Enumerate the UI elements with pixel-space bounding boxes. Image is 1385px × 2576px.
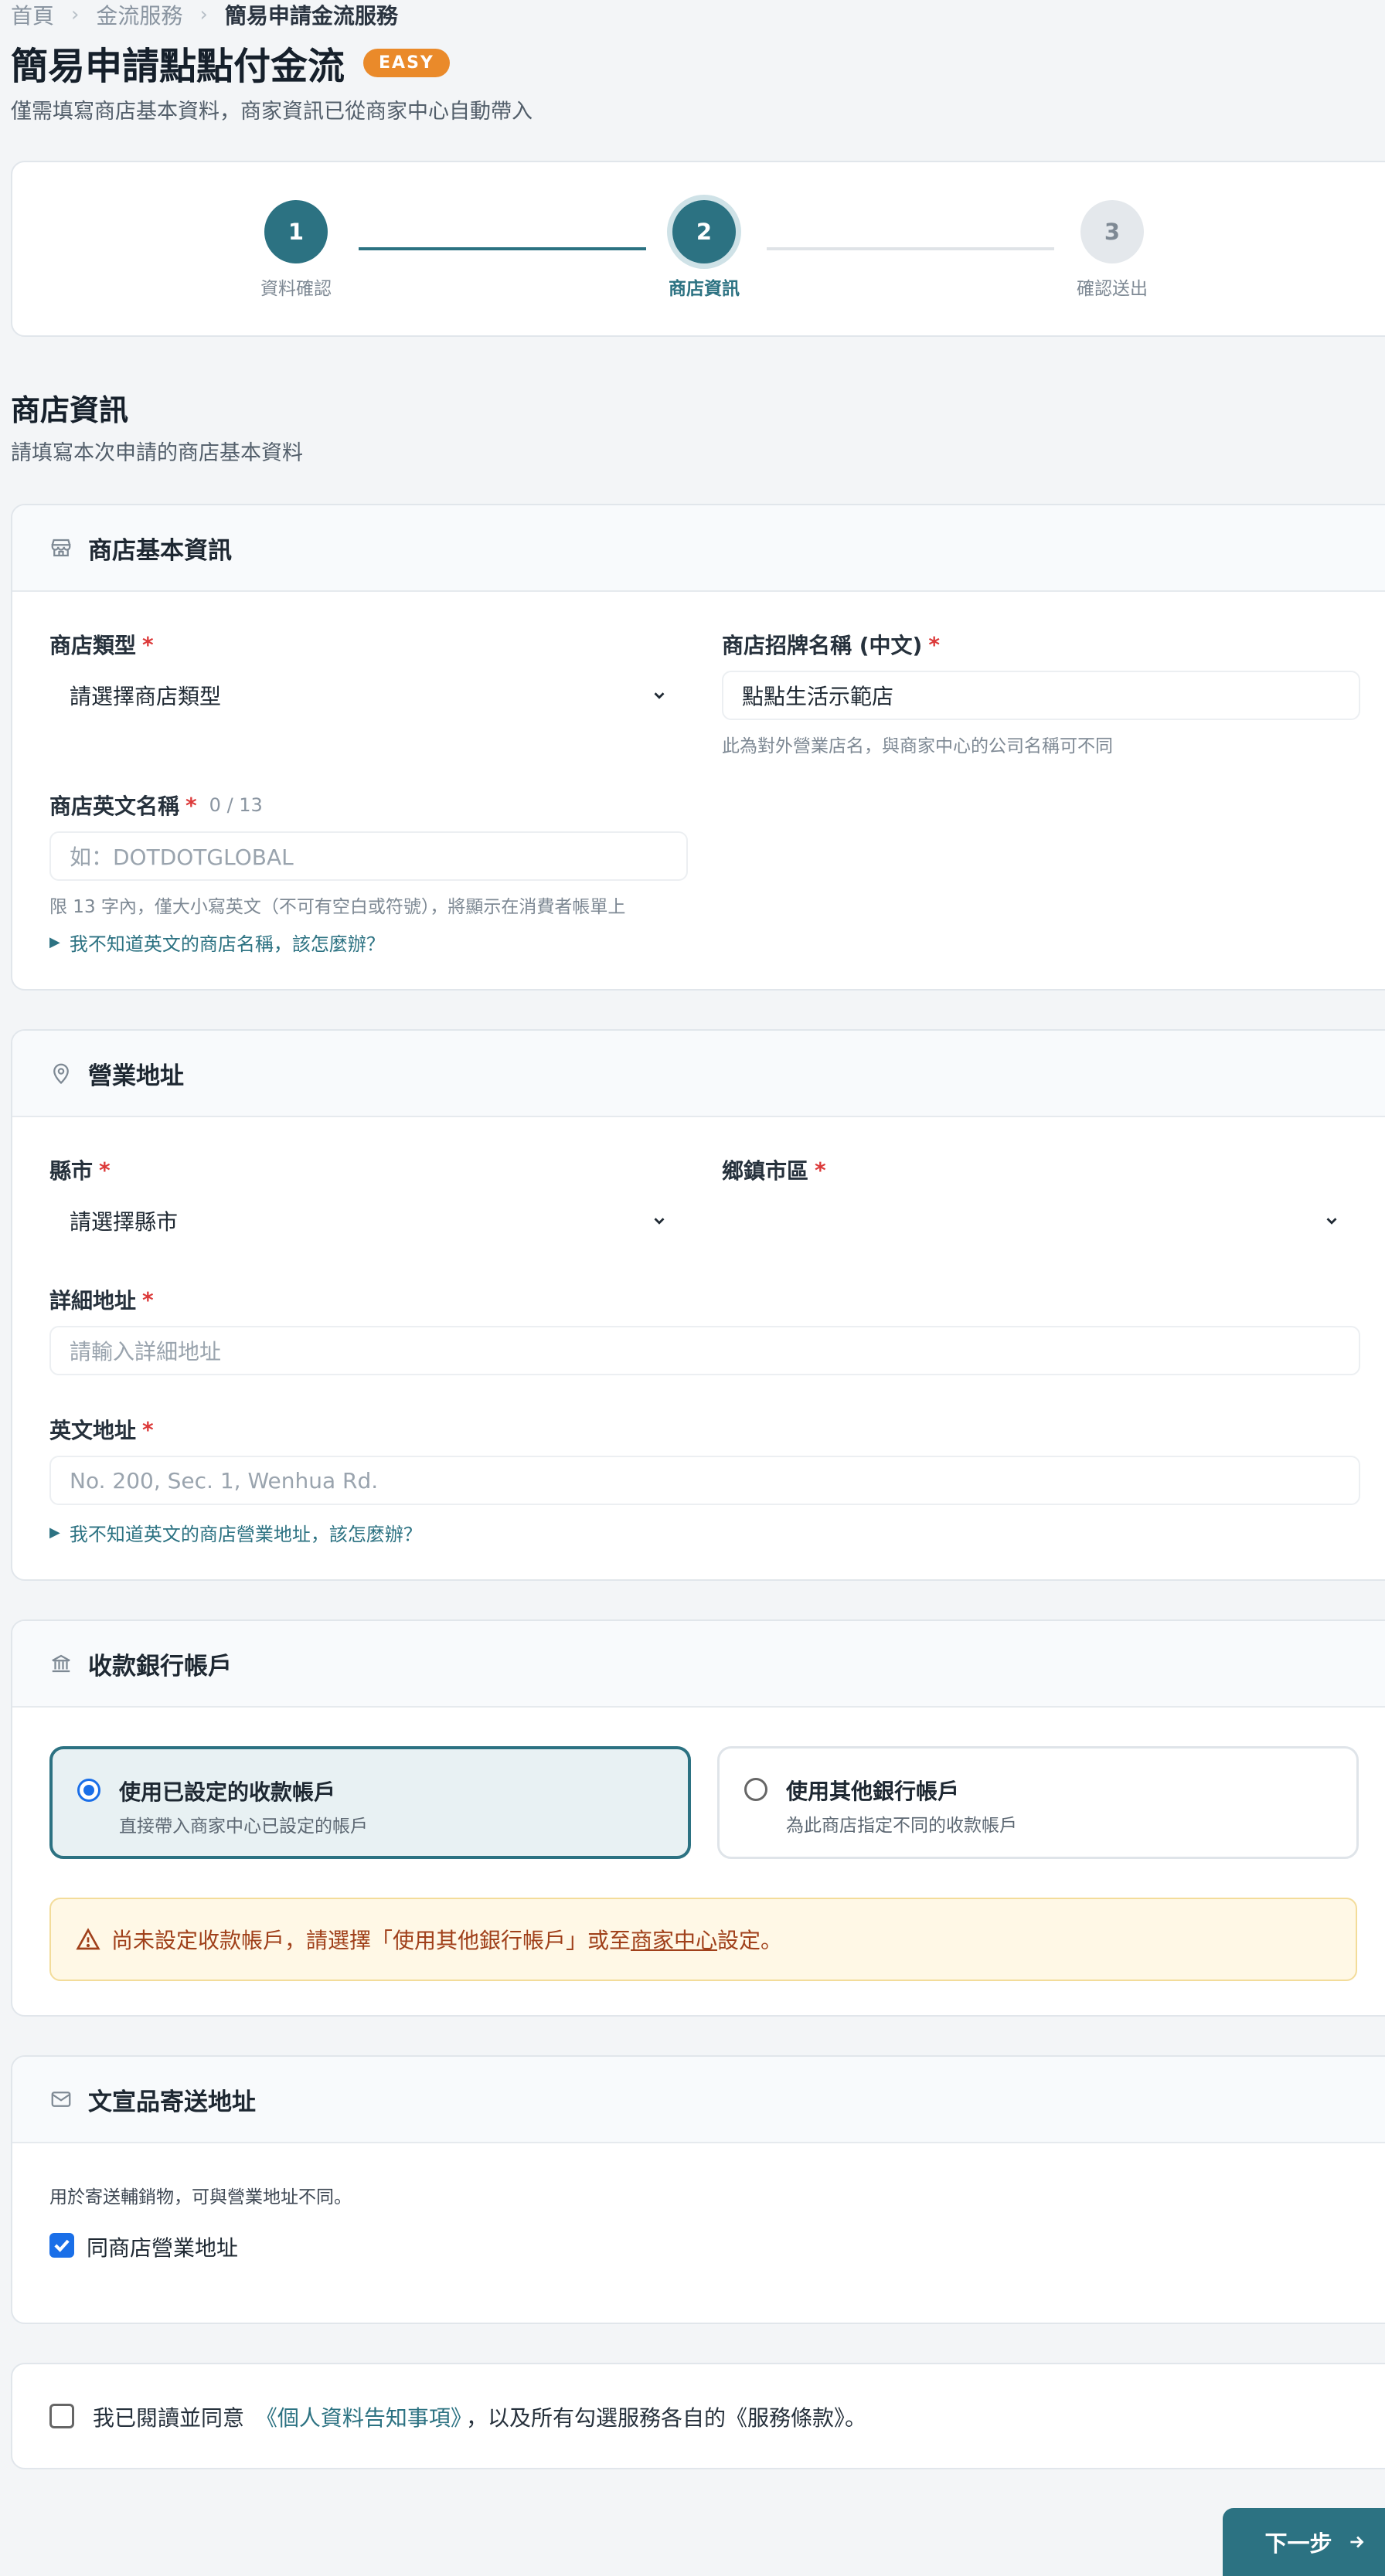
check-icon [54,2239,70,2252]
radio-existing-account[interactable]: 使用已設定的收款帳戶 直接帶入商家中心已設定的帳戶 [49,1746,691,1859]
step-connector-todo [767,247,1054,250]
agreement-card: 我已閱讀並同意 《個人資料告知事項》 ，以及所有勾選服務各自的《服務條款》。 [11,2363,1385,2469]
detail-address-input[interactable]: 請輸入詳細地址 [49,1326,1360,1375]
brand-name-label: 商店招牌名稱 (中文) * [722,631,940,659]
store-type-select[interactable]: 請選擇商店類型 [49,671,688,720]
detail-address-label: 詳細地址 * [49,1286,154,1314]
radio-other-title: 使用其他銀行帳戶 [786,1779,960,1804]
chevron-right-icon: › [199,3,208,26]
agreement-text: 我已閱讀並同意 《個人資料告知事項》 ，以及所有勾選服務各自的《服務條款》。 [93,2405,866,2431]
store-basic-title: 商店基本資訊 [88,536,232,565]
chevron-down-icon [654,692,665,699]
section-title: 商店資訊 [11,393,129,427]
breadcrumb-home[interactable]: 首頁 [11,0,54,30]
step-2-label: 商店資訊 [669,279,740,299]
warning-text: 尚未設定收款帳戶，請選擇「使用其他銀行帳戶」或至 [111,1928,631,1953]
page-subtitle: 僅需填寫商店基本資料，商家資訊已從商家中心自動帶入 [11,100,533,124]
district-select[interactable] [722,1196,1360,1246]
district-label: 鄉鎮市區 * [722,1157,826,1184]
english-name-label: 商店英文名稱 * 0 / 13 [49,792,263,820]
english-name-hint: 限 13 字內，僅大小寫英文（不可有空白或符號），將顯示在消費者帳單上 [49,897,626,917]
bank-warning: 尚未設定收款帳戶，請選擇「使用其他銀行帳戶」或至 商家中心 設定。 [49,1898,1357,1981]
stepper-card: 1 資料確認 2 商店資訊 3 確認送出 [11,161,1385,337]
agreement-checkbox[interactable] [49,2404,74,2428]
radio-other-desc: 為此商店指定不同的收款帳戶 [786,1816,1017,1836]
mailing-card: 文宣品寄送地址 用於寄送輔銷物，可與營業地址不同。 同商店營業地址 [11,2055,1385,2324]
english-name-counter: 0 / 13 [209,794,263,816]
radio-button-unselected[interactable] [744,1778,767,1801]
radio-existing-title: 使用已設定的收款帳戶 [119,1779,336,1805]
triangle-right-icon: ▶ [49,934,60,950]
store-icon [51,539,71,557]
bank-title: 收款銀行帳戶 [88,1652,232,1681]
warning-text-suffix: 設定。 [717,1928,783,1953]
page-title-text: 簡易申請點點付金流 [11,45,345,88]
english-address-label: 英文地址 * [49,1416,154,1444]
triangle-right-icon: ▶ [49,1524,60,1541]
brand-name-hint: 此為對外營業店名，與商家中心的公司名稱可不同 [722,736,1113,756]
arrow-right-icon [1349,2536,1363,2548]
radio-button-selected[interactable] [77,1779,100,1802]
breadcrumb: 首頁 › 金流服務 › 簡易申請金流服務 [11,0,398,29]
breadcrumb-payment-services[interactable]: 金流服務 [96,0,182,30]
mailing-header: 文宣品寄送地址 [12,2057,1385,2143]
english-address-input[interactable]: No. 200, Sec. 1, Wenhua Rd. [49,1456,1360,1505]
breadcrumb-current: 簡易申請金流服務 [224,3,398,29]
english-name-help-toggle[interactable]: ▶ 我不知道英文的商店名稱，該怎麼辦？ [49,929,385,956]
english-name-input[interactable]: 如：DOTDOTGLOBAL [49,831,688,881]
city-label: 縣市 * [49,1157,111,1184]
english-address-help-toggle[interactable]: ▶ 我不知道英文的商店營業地址，該怎麼辦？ [49,1519,422,1546]
next-step-button[interactable]: 下一步 [1223,2508,1385,2576]
radio-existing-desc: 直接帶入商家中心已設定的帳戶 [119,1816,368,1837]
address-card: 營業地址 縣市 * 請選擇縣市 鄉鎮市區 * 詳細地址 * 請輸入詳細地址 英文地址 *… [11,1029,1385,1581]
same-address-checkbox[interactable] [49,2233,74,2258]
city-select[interactable]: 請選擇縣市 [49,1196,688,1246]
location-pin-icon [53,1063,69,1085]
store-type-label: 商店類型 * [49,631,154,659]
section-subtitle: 請填寫本次申請的商店基本資料 [11,441,303,465]
address-header: 營業地址 [12,1031,1385,1117]
radio-other-account[interactable]: 使用其他銀行帳戶 為此商店指定不同的收款帳戶 [717,1746,1359,1859]
chevron-down-icon [654,1218,665,1225]
step-1-label: 資料確認 [260,279,332,299]
mail-icon [51,2092,71,2107]
step-connector-done [359,247,646,250]
address-title: 營業地址 [88,1062,184,1090]
mailing-title: 文宣品寄送地址 [88,2088,256,2116]
chevron-down-icon [1326,1218,1337,1225]
mailing-desc: 用於寄送輔銷物，可與營業地址不同。 [49,2187,352,2207]
bank-card: 收款銀行帳戶 使用已設定的收款帳戶 直接帶入商家中心已設定的帳戶 使用其他銀行帳… [11,1619,1385,2017]
step-2-circle: 2 [672,200,736,263]
step-3-circle: 3 [1080,200,1144,263]
merchant-center-link[interactable]: 商家中心 [631,1924,717,1955]
step-1-circle: 1 [264,200,328,263]
same-address-label[interactable]: 同商店營業地址 [87,2231,238,2262]
bank-icon [52,1654,70,1673]
store-basic-header: 商店基本資訊 [12,505,1385,592]
chevron-right-icon: › [71,3,80,26]
warning-triangle-icon [76,1928,100,1950]
privacy-notice-link[interactable]: 《個人資料告知事項》 [256,2405,461,2431]
easy-badge: EASY [363,48,450,77]
page-title: 簡易申請點點付金流 EASY [11,36,450,90]
store-basic-card: 商店基本資訊 商店類型 * 請選擇商店類型 商店招牌名稱 (中文) * 點點生活示範… [11,504,1385,991]
step-3-label: 確認送出 [1077,279,1148,299]
brand-name-input[interactable]: 點點生活示範店 [722,671,1360,720]
bank-header: 收款銀行帳戶 [12,1621,1385,1708]
